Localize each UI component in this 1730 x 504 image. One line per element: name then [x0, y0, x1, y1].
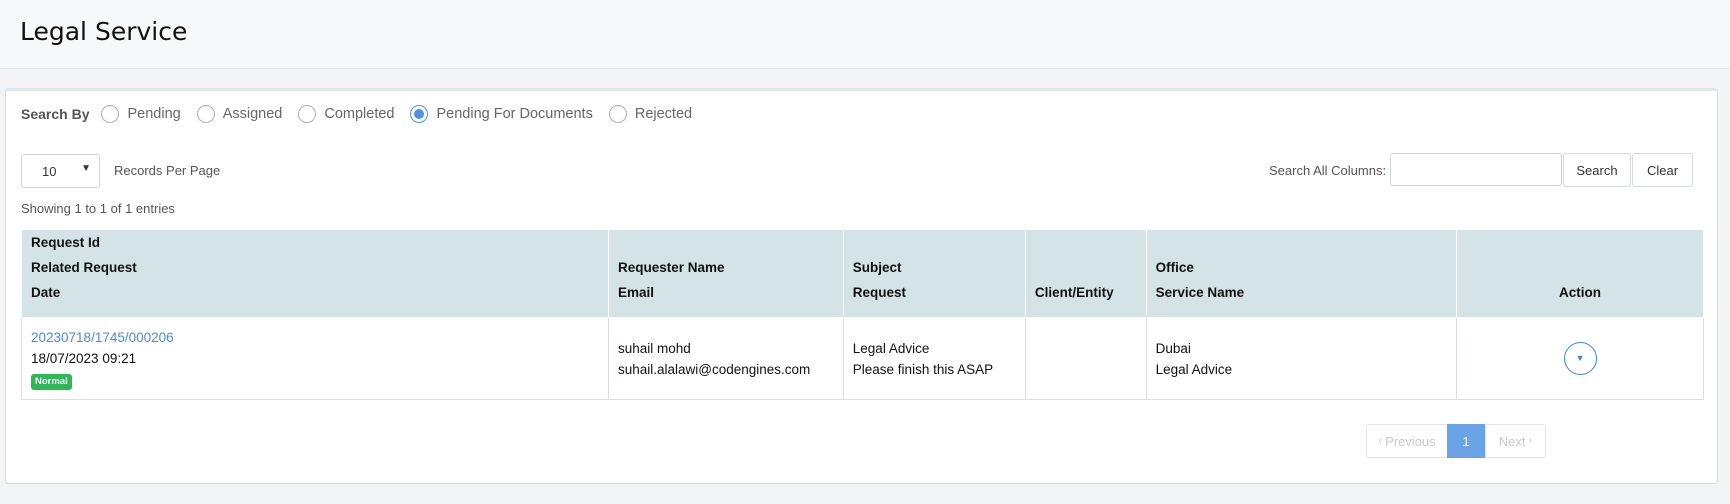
filter-assigned-label: Assigned	[222, 106, 283, 122]
radio-assigned[interactable]	[196, 105, 215, 123]
header-client-entity-label: Client/Entity	[1034, 285, 1114, 300]
cell-action: ▼	[1456, 317, 1704, 400]
caret-down-icon: ▼	[1575, 353, 1585, 363]
cell-requester: suhail mohd suhail.alalawi@codengines.co…	[607, 317, 844, 400]
filter-pending-label: Pending	[127, 106, 181, 122]
cell-request-info: 20230718/1745/000206 18/07/2023 09:21 No…	[21, 317, 609, 400]
filter-pending-for-documents-label: Pending For Documents	[436, 106, 593, 122]
header-action: Action	[1456, 229, 1704, 318]
radio-completed[interactable]	[298, 105, 317, 123]
page-title: Legal Service	[20, 17, 188, 46]
header-client-entity[interactable]: Client/Entity	[1024, 229, 1147, 318]
header-date-label: Date	[31, 285, 61, 300]
filter-completed-label: Completed	[324, 106, 395, 122]
service-name-text: Legal Advice	[1155, 361, 1233, 377]
header-office-label: Office	[1155, 260, 1194, 275]
search-button[interactable]: Search	[1563, 153, 1631, 187]
subject-text: Legal Advice	[852, 340, 930, 356]
pagination-next[interactable]: Next ›	[1485, 424, 1546, 458]
entries-summary: Showing 1 to 1 of 1 entries	[21, 201, 175, 216]
request-id-link[interactable]: 20230718/1745/000206	[31, 327, 599, 348]
pagination-previous[interactable]: ‹ Previous	[1366, 424, 1448, 458]
legal-service-panel: Search By Pending Assigned Completed Pen…	[5, 88, 1718, 484]
header-subject-label: Subject	[852, 260, 902, 275]
radio-rejected[interactable]	[608, 105, 627, 123]
table-row: 20230718/1745/000206 18/07/2023 09:21 No…	[21, 317, 1704, 400]
office-text: Dubai	[1155, 340, 1191, 356]
filter-rejected-label: Rejected	[634, 106, 693, 122]
chevron-left-icon: ‹	[1378, 435, 1386, 447]
requests-table: Request Id Related Request Date Requeste…	[21, 229, 1704, 400]
header-request-label: Request	[852, 285, 907, 300]
search-by-filter: Search By Pending Assigned Completed Pen…	[21, 102, 708, 126]
header-related-request-label: Related Request	[31, 260, 137, 275]
page-header: Legal Service	[0, 0, 1730, 69]
cell-office: Dubai Legal Advice	[1145, 317, 1458, 400]
header-requester-name-label: Requester Name	[617, 260, 725, 275]
priority-badge: Normal	[31, 374, 72, 390]
header-action-label: Action	[1559, 285, 1602, 300]
pagination-previous-label: Previous	[1385, 433, 1436, 449]
records-per-page-label: Records Per Page	[114, 163, 221, 178]
filter-rejected[interactable]: Rejected	[608, 105, 693, 123]
radio-pending-for-documents[interactable]	[410, 105, 429, 123]
records-per-page-select[interactable]: 10 ▼	[21, 154, 100, 188]
header-subject[interactable]: Subject Request	[842, 229, 1026, 318]
header-request-id-label: Request Id	[31, 235, 101, 250]
search-all-columns-input[interactable]	[1390, 153, 1562, 186]
header-request-id[interactable]: Request Id Related Request Date	[21, 229, 609, 318]
header-service-name-label: Service Name	[1155, 285, 1245, 300]
filter-pending-for-documents[interactable]: Pending For Documents	[410, 105, 593, 123]
pagination-page-current[interactable]: 1	[1447, 424, 1485, 458]
header-office[interactable]: Office Service Name	[1145, 229, 1458, 318]
cell-subject: Legal Advice Please finish this ASAP	[842, 317, 1026, 400]
action-dropdown-button[interactable]: ▼	[1563, 342, 1597, 375]
request-text: Please finish this ASAP	[852, 361, 994, 377]
table-header-row: Request Id Related Request Date Requeste…	[21, 229, 1704, 318]
filter-completed[interactable]: Completed	[298, 105, 394, 123]
search-by-label: Search By	[21, 106, 90, 122]
pagination-next-label: Next	[1498, 433, 1526, 449]
requester-name: suhail mohd	[617, 340, 691, 356]
filter-assigned[interactable]: Assigned	[196, 105, 283, 123]
filter-pending[interactable]: Pending	[101, 105, 181, 123]
search-all-columns-label: Search All Columns:	[1269, 163, 1387, 178]
radio-pending[interactable]	[101, 105, 120, 123]
requester-email: suhail.alalawi@codengines.com	[617, 361, 811, 377]
header-requester[interactable]: Requester Name Email	[607, 229, 844, 318]
chevron-down-icon: ▼	[81, 163, 91, 174]
header-email-label: Email	[617, 285, 655, 300]
request-date: 18/07/2023 09:21	[31, 351, 137, 366]
clear-button[interactable]: Clear	[1632, 153, 1693, 187]
cell-client-entity	[1024, 317, 1147, 400]
records-per-page-value: 10	[42, 164, 57, 179]
chevron-right-icon: ›	[1525, 435, 1533, 447]
